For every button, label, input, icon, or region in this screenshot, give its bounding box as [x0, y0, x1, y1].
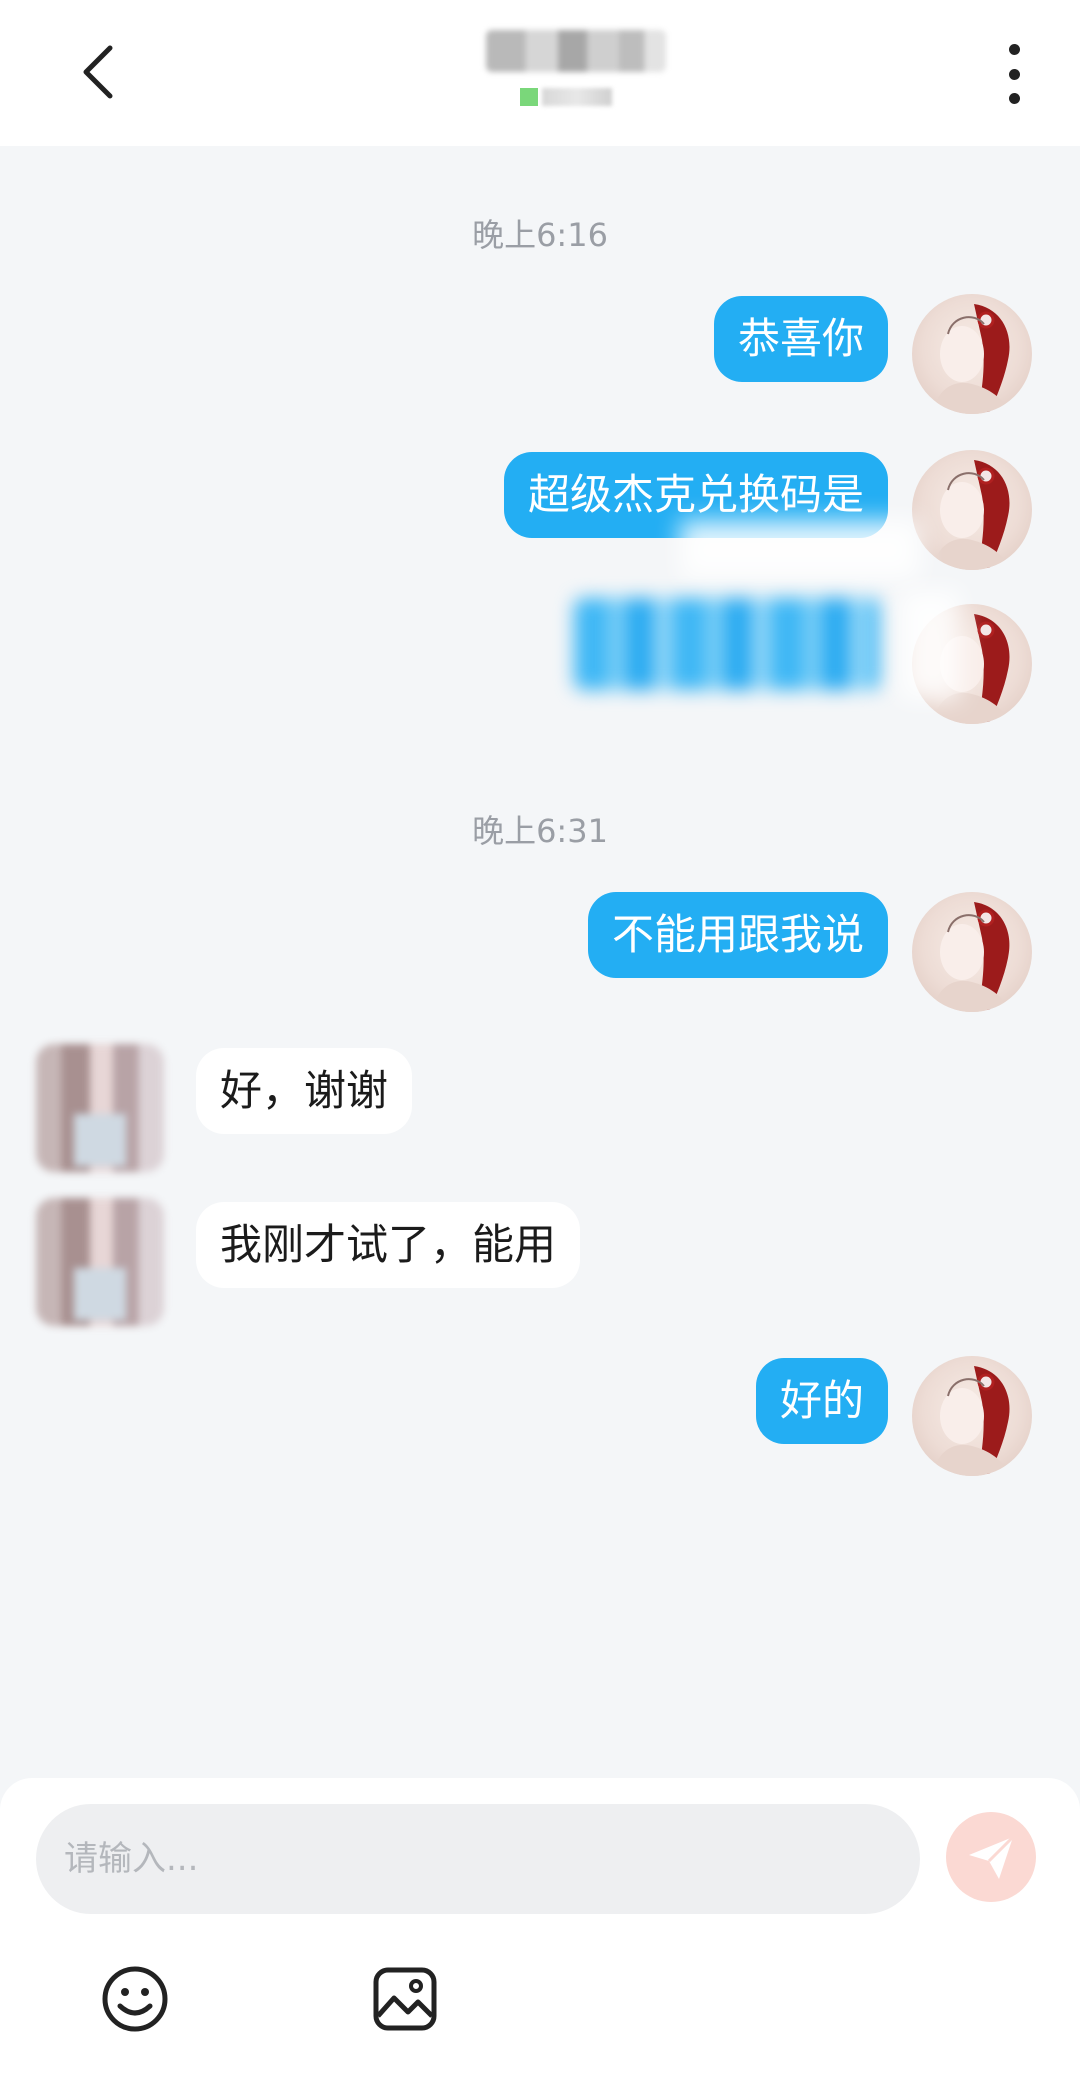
- back-arrow-icon: [83, 45, 113, 99]
- blur-mask: [680, 520, 920, 580]
- more-vertical-icon: [1008, 44, 1020, 55]
- message-bubble-outgoing[interactable]: 好的: [755, 1358, 888, 1444]
- online-status-dot: [520, 88, 538, 106]
- contact-avatar[interactable]: [36, 1044, 164, 1172]
- avatar-image: [932, 902, 1010, 1012]
- back-button[interactable]: [70, 40, 126, 104]
- image-icon: [373, 1967, 437, 2031]
- contact-name: [486, 30, 666, 72]
- chat-header: [0, 0, 1080, 146]
- my-avatar[interactable]: [912, 294, 1032, 414]
- timestamp: 晚上6:31: [472, 812, 608, 850]
- send-button[interactable]: [946, 1812, 1036, 1902]
- more-options-button[interactable]: [998, 44, 1030, 104]
- message-bubble-incoming[interactable]: 好，谢谢: [196, 1048, 413, 1134]
- timestamp: 晚上6:16: [472, 216, 608, 254]
- avatar-image: [932, 304, 1010, 414]
- avatar-image: [932, 460, 1010, 570]
- my-avatar[interactable]: [912, 892, 1032, 1012]
- message-input[interactable]: 请输入...: [36, 1804, 920, 1914]
- avatar-image: [932, 1366, 1010, 1476]
- redemption-code-redacted[interactable]: [574, 598, 880, 690]
- emoji-button[interactable]: [100, 1964, 170, 2034]
- my-avatar[interactable]: [912, 1356, 1032, 1476]
- blur-mask: [900, 590, 960, 700]
- send-icon: [969, 1835, 1015, 1879]
- emoji-icon: [102, 1966, 168, 2032]
- contact-avatar[interactable]: [36, 1198, 164, 1326]
- my-avatar[interactable]: [912, 450, 1032, 570]
- message-bubble-outgoing[interactable]: 不能用跟我说: [587, 892, 888, 978]
- contact-status: [542, 88, 612, 106]
- message-bubble-outgoing[interactable]: 恭喜你: [713, 296, 888, 382]
- message-bubble-incoming[interactable]: 我刚才试了，能用: [196, 1202, 581, 1288]
- image-button[interactable]: [370, 1964, 440, 2034]
